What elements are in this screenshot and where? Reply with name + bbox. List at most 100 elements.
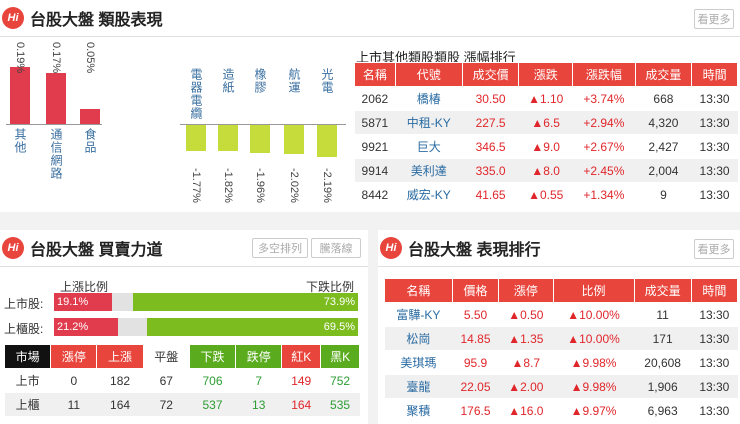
ranking-cell: ▲9.98% bbox=[553, 350, 635, 375]
ranking-table: 名稱 價格 漲停 比例 成交量 時間 富驊-KY 5.50 ▲0.50 ▲10.00% 11 13:… bbox=[384, 278, 739, 423]
ranking-divider bbox=[378, 266, 740, 267]
sector-down-bar[interactable] bbox=[317, 124, 337, 157]
sector-col-header[interactable]: 成交價 bbox=[461, 62, 520, 87]
sector-cell: +1.34% bbox=[572, 182, 636, 207]
ranking-more-button[interactable]: 看更多 bbox=[694, 239, 734, 259]
power-table-row[interactable]: 上市 0 182 67 706 7 149 752 bbox=[4, 368, 360, 393]
ratio-bar-track: 21.2% 69.5% bbox=[54, 318, 358, 336]
sector-up-category[interactable]: 通信網路 bbox=[49, 128, 63, 180]
sector-table-row[interactable]: 2062 橋椿 30.50 ▲1.10 +3.74% 668 13:30 bbox=[354, 86, 738, 111]
sector-col-header[interactable]: 時間 bbox=[691, 62, 738, 87]
sector-cell[interactable]: 美利達 bbox=[395, 158, 463, 183]
sector-cell[interactable]: 橋椿 bbox=[395, 86, 463, 111]
sector-down-category[interactable]: 電器電纜 bbox=[189, 68, 203, 120]
sector-down-category[interactable]: 造紙 bbox=[221, 68, 235, 94]
sector-cell: ▲1.10 bbox=[518, 86, 573, 111]
ranking-col-header[interactable]: 成交量 bbox=[633, 278, 692, 303]
power-cell: 13 bbox=[235, 392, 282, 417]
sector-down-bar[interactable] bbox=[250, 124, 270, 154]
sector-up-value: 0.19% bbox=[14, 42, 26, 74]
sector-cell: 668 bbox=[635, 86, 692, 111]
ranking-cell[interactable]: 聚積 bbox=[384, 398, 453, 423]
ranking-cell: 171 bbox=[634, 326, 692, 351]
sector-up-bar[interactable] bbox=[10, 67, 30, 124]
ratio-market-label: 上市股: bbox=[4, 297, 44, 311]
sector-cell: +2.45% bbox=[572, 158, 636, 183]
sector-cell: +2.67% bbox=[572, 134, 636, 159]
sector-down-category[interactable]: 航運 bbox=[287, 68, 301, 94]
ranking-table-row[interactable]: 松崗 14.85 ▲1.35 ▲10.00% 171 13:30 bbox=[384, 326, 738, 351]
sector-table-row[interactable]: 8442 威宏-KY 41.65 ▲0.55 +1.34% 9 13:30 bbox=[354, 182, 738, 207]
sector-down-category[interactable]: 光電 bbox=[320, 68, 334, 94]
sector-col-header[interactable]: 漲跌幅 bbox=[572, 62, 636, 87]
ranking-cell[interactable]: 臺龍 bbox=[384, 374, 453, 399]
sector-panel: Hi 台股大盤 類股表現 看更多 0.19% 其他 0.17% 通信網路 0.05% 食品… bbox=[0, 0, 740, 212]
ranking-cell: 14.85 bbox=[452, 326, 499, 351]
sector-up-bar[interactable] bbox=[46, 73, 66, 124]
power-cell: 706 bbox=[189, 368, 236, 393]
ranking-col-header[interactable]: 價格 bbox=[451, 278, 500, 303]
sector-table-row[interactable]: 9921 巨大 346.5 ▲9.0 +2.67% 2,427 13:30 bbox=[354, 134, 738, 159]
bull-bear-button[interactable]: 多空排列 bbox=[252, 238, 308, 258]
sector-more-button[interactable]: 看更多 bbox=[694, 9, 734, 29]
sector-cell: 41.65 bbox=[462, 182, 519, 207]
sector-col-header[interactable]: 名稱 bbox=[354, 62, 396, 87]
sector-up-category[interactable]: 食品 bbox=[83, 128, 97, 154]
sector-cell[interactable]: 巨大 bbox=[395, 134, 463, 159]
ranking-table-row[interactable]: 富驊-KY 5.50 ▲0.50 ▲10.00% 11 13:30 bbox=[384, 302, 738, 327]
sector-col-header[interactable]: 漲跌 bbox=[518, 62, 574, 87]
power-header: Hi 台股大盤 買賣力道 bbox=[0, 230, 162, 266]
ranking-cell[interactable]: 美琪瑪 bbox=[384, 350, 453, 375]
ranking-col-header[interactable]: 漲停 bbox=[498, 278, 554, 303]
sector-col-header[interactable]: 代號 bbox=[394, 62, 463, 87]
ranking-col-header[interactable]: 時間 bbox=[690, 278, 739, 303]
sector-cell: 346.5 bbox=[462, 134, 519, 159]
ranking-cell[interactable]: 富驊-KY bbox=[384, 302, 453, 327]
sector-down-bar[interactable] bbox=[186, 124, 206, 151]
power-col-header: 黑K bbox=[320, 344, 360, 369]
power-col-header: 平盤 bbox=[142, 344, 190, 369]
sector-table-row[interactable]: 5871 中租-KY 227.5 ▲6.5 +2.94% 4,320 13:30 bbox=[354, 110, 738, 135]
sector-cell[interactable]: 中租-KY bbox=[395, 110, 463, 135]
ranking-cell: 22.05 bbox=[452, 374, 499, 399]
sector-cell: 9 bbox=[635, 182, 692, 207]
ranking-cell: ▲9.97% bbox=[553, 398, 635, 423]
ranking-cell: 95.9 bbox=[452, 350, 499, 375]
sector-down-bar[interactable] bbox=[284, 124, 304, 155]
sector-down-category[interactable]: 橡膠 bbox=[253, 68, 267, 94]
power-cell: 537 bbox=[189, 392, 236, 417]
ranking-table-row[interactable]: 聚積 176.5 ▲16.0 ▲9.97% 6,963 13:30 bbox=[384, 398, 738, 423]
sector-col-header[interactable]: 成交量 bbox=[634, 62, 693, 87]
power-cell: 164 bbox=[281, 392, 321, 417]
advance-decline-button[interactable]: 騰落線 bbox=[311, 238, 361, 258]
up-ratio-bar: 19.1% bbox=[54, 293, 113, 311]
power-cell: 164 bbox=[96, 392, 144, 417]
ranking-cell: ▲16.0 bbox=[498, 398, 553, 423]
sector-table-row[interactable]: 9914 美利達 335.0 ▲8.0 +2.45% 2,004 13:30 bbox=[354, 158, 738, 183]
power-col-header: 跌停 bbox=[235, 344, 283, 369]
hi-logo-icon: Hi bbox=[2, 7, 24, 29]
ranking-cell: 11 bbox=[634, 302, 692, 327]
ranking-header: Hi 台股大盤 表現排行 bbox=[378, 230, 540, 266]
sector-cell: ▲9.0 bbox=[518, 134, 573, 159]
sector-cell: 2,427 bbox=[635, 134, 692, 159]
sector-cell: +3.74% bbox=[572, 86, 636, 111]
power-cell: 752 bbox=[320, 368, 360, 393]
sector-up-bar[interactable] bbox=[80, 109, 100, 124]
ranking-col-header[interactable]: 比例 bbox=[552, 278, 635, 303]
ranking-cell: ▲10.00% bbox=[553, 326, 635, 351]
sector-up-category[interactable]: 其他 bbox=[13, 128, 27, 154]
sector-cell: 335.0 bbox=[462, 158, 519, 183]
power-table-row[interactable]: 上櫃 11 164 72 537 13 164 535 bbox=[4, 392, 360, 417]
ranking-cell: 13:30 bbox=[691, 350, 738, 375]
ranking-cell: ▲9.98% bbox=[553, 374, 635, 399]
power-cell: 72 bbox=[143, 392, 190, 417]
power-panel: Hi 台股大盤 買賣力道 多空排列 騰落線 上漲比例 下跌比例 上市股: 19.1… bbox=[0, 230, 368, 424]
ranking-col-header[interactable]: 名稱 bbox=[384, 278, 453, 303]
ranking-table-row[interactable]: 臺龍 22.05 ▲2.00 ▲9.98% 1,906 13:30 bbox=[384, 374, 738, 399]
sector-down-bar[interactable] bbox=[218, 124, 238, 152]
power-col-header: 市場 bbox=[3, 344, 52, 369]
ranking-cell[interactable]: 松崗 bbox=[384, 326, 453, 351]
ranking-table-row[interactable]: 美琪瑪 95.9 ▲8.7 ▲9.98% 20,608 13:30 bbox=[384, 350, 738, 375]
sector-cell[interactable]: 威宏-KY bbox=[395, 182, 463, 207]
